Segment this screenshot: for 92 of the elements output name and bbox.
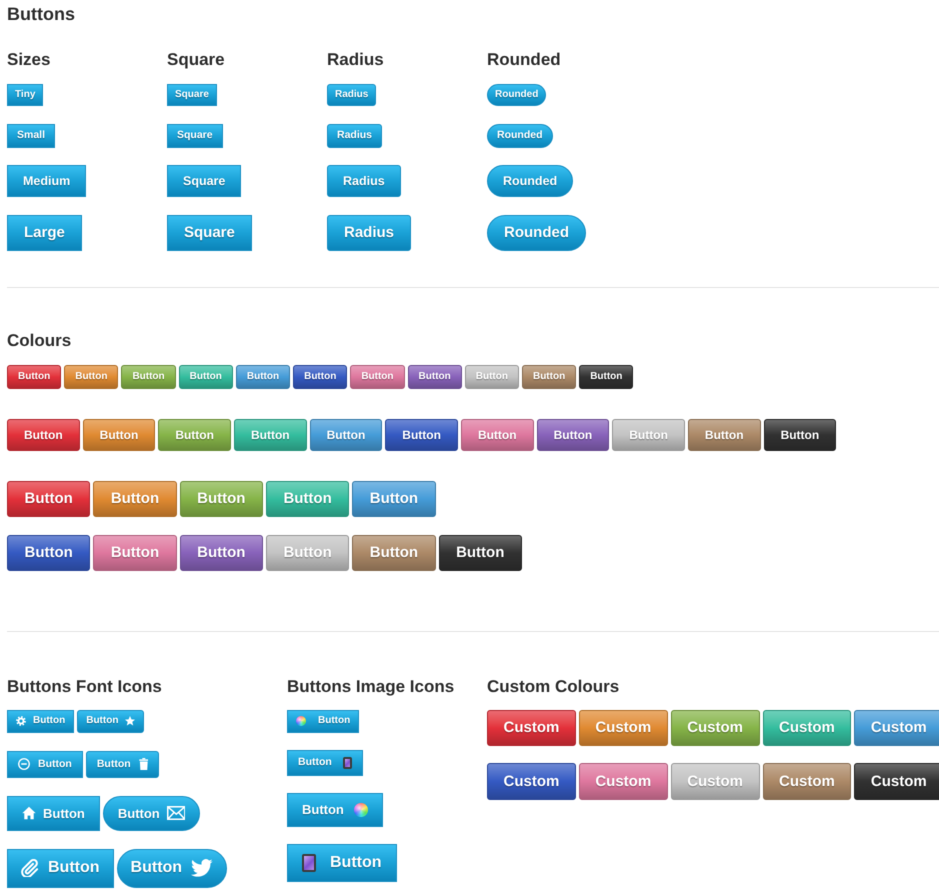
section-heading: Custom Colours: [487, 676, 620, 698]
house-icon: [22, 806, 36, 820]
colour-button[interactable]: Button: [352, 480, 436, 516]
colour-button[interactable]: Button: [7, 480, 90, 516]
icon-button[interactable]: Button: [7, 710, 74, 732]
star-icon: [125, 716, 136, 726]
icon-button[interactable]: Button: [287, 710, 360, 732]
icon-button[interactable]: Button: [287, 792, 383, 826]
colour-button[interactable]: Button: [180, 534, 263, 570]
tablet-icon: [302, 854, 316, 872]
custom-colour-button[interactable]: Custom: [487, 763, 576, 800]
custom-colour-button[interactable]: Custom: [487, 710, 576, 746]
demo-button[interactable]: Radius: [327, 165, 401, 197]
colour-button[interactable]: Button: [121, 364, 176, 388]
colour-button[interactable]: Button: [7, 364, 62, 388]
colour-button[interactable]: Button: [612, 418, 685, 450]
column-heading: Sizes: [7, 49, 50, 71]
custom-colour-button[interactable]: Custom: [578, 763, 668, 800]
demo-button[interactable]: Radius: [327, 84, 376, 106]
colour-button[interactable]: Button: [522, 364, 576, 388]
icon-button[interactable]: Button: [287, 844, 397, 882]
demo-button[interactable]: Square: [167, 84, 217, 106]
colour-button[interactable]: Button: [158, 418, 231, 450]
colour-button[interactable]: Button: [688, 418, 761, 450]
custom-colour-button[interactable]: Custom: [762, 710, 852, 746]
color-wheel-icon: [354, 802, 368, 816]
colour-button[interactable]: Button: [234, 418, 307, 450]
colour-button[interactable]: Button: [385, 418, 458, 450]
colour-button[interactable]: Button: [7, 534, 90, 570]
colour-button[interactable]: Button: [266, 534, 350, 570]
colour-button[interactable]: Button: [536, 418, 610, 450]
colour-button[interactable]: Button: [310, 418, 382, 450]
demo-button[interactable]: Radius: [327, 124, 382, 148]
section-heading: Buttons Image Icons: [287, 676, 454, 698]
demo-button[interactable]: Tiny: [7, 84, 44, 106]
colour-button[interactable]: Button: [93, 480, 177, 516]
section-heading: Colours: [7, 330, 72, 352]
colour-button[interactable]: Button: [64, 364, 118, 388]
colour-button[interactable]: Button: [579, 364, 634, 388]
column-heading: Rounded: [487, 49, 561, 71]
icon-button[interactable]: Button: [102, 796, 200, 830]
column-heading: Square: [167, 49, 225, 71]
custom-colour-button[interactable]: Custom: [854, 710, 939, 746]
demo-button[interactable]: Radius: [327, 214, 412, 250]
paperclip-icon: [21, 859, 39, 877]
envelope-icon: [166, 806, 186, 820]
page-title: Buttons: [7, 3, 75, 26]
colour-button[interactable]: Button: [293, 364, 348, 388]
demo-button[interactable]: Large: [7, 214, 82, 250]
demo-button[interactable]: Rounded: [487, 84, 546, 106]
colour-button[interactable]: Button: [266, 480, 350, 516]
colour-button[interactable]: Button: [408, 364, 462, 388]
demo-button[interactable]: Square: [167, 165, 242, 197]
demo-button[interactable]: Rounded: [487, 124, 552, 148]
demo-button[interactable]: Rounded: [487, 165, 574, 197]
color-wheel-icon: [296, 716, 306, 726]
demo-button[interactable]: Square: [167, 214, 252, 250]
bird-icon: [191, 859, 213, 877]
custom-colour-button[interactable]: Custom: [578, 710, 668, 746]
colour-button[interactable]: Button: [764, 418, 836, 450]
gear-icon: [16, 716, 26, 726]
demo-button[interactable]: Square: [167, 124, 223, 148]
custom-colour-button[interactable]: Custom: [762, 763, 852, 800]
colour-button[interactable]: Button: [178, 364, 233, 388]
custom-colour-button[interactable]: Custom: [854, 763, 939, 800]
custom-colour-button[interactable]: Custom: [670, 710, 760, 746]
minus-circle-icon: [18, 758, 30, 770]
icon-button[interactable]: Button: [7, 750, 83, 778]
colour-button[interactable]: Button: [438, 534, 522, 570]
colour-button[interactable]: Button: [350, 364, 405, 388]
demo-button[interactable]: Medium: [7, 165, 86, 197]
colour-button[interactable]: Button: [93, 534, 177, 570]
colour-button[interactable]: Button: [82, 418, 156, 450]
icon-button[interactable]: Button: [7, 848, 114, 888]
demo-button[interactable]: Small: [7, 124, 56, 148]
colour-button[interactable]: Button: [236, 364, 290, 388]
colour-button[interactable]: Button: [464, 364, 519, 388]
section-heading: Buttons Font Icons: [7, 676, 162, 698]
colour-button[interactable]: Button: [7, 418, 80, 450]
column-heading: Radius: [327, 49, 384, 71]
icon-button[interactable]: Button: [7, 796, 100, 830]
tablet-icon: [342, 756, 352, 768]
colour-button[interactable]: Button: [352, 534, 436, 570]
colour-button[interactable]: Button: [460, 418, 534, 450]
demo-button[interactable]: Rounded: [487, 214, 586, 250]
icon-button[interactable]: Button: [77, 710, 144, 732]
trash-icon: [138, 758, 148, 770]
icon-button[interactable]: Button: [116, 848, 227, 888]
icon-button[interactable]: Button: [86, 750, 160, 778]
colour-button[interactable]: Button: [180, 480, 263, 516]
icon-button[interactable]: Button: [287, 750, 363, 776]
custom-colour-button[interactable]: Custom: [670, 763, 760, 800]
